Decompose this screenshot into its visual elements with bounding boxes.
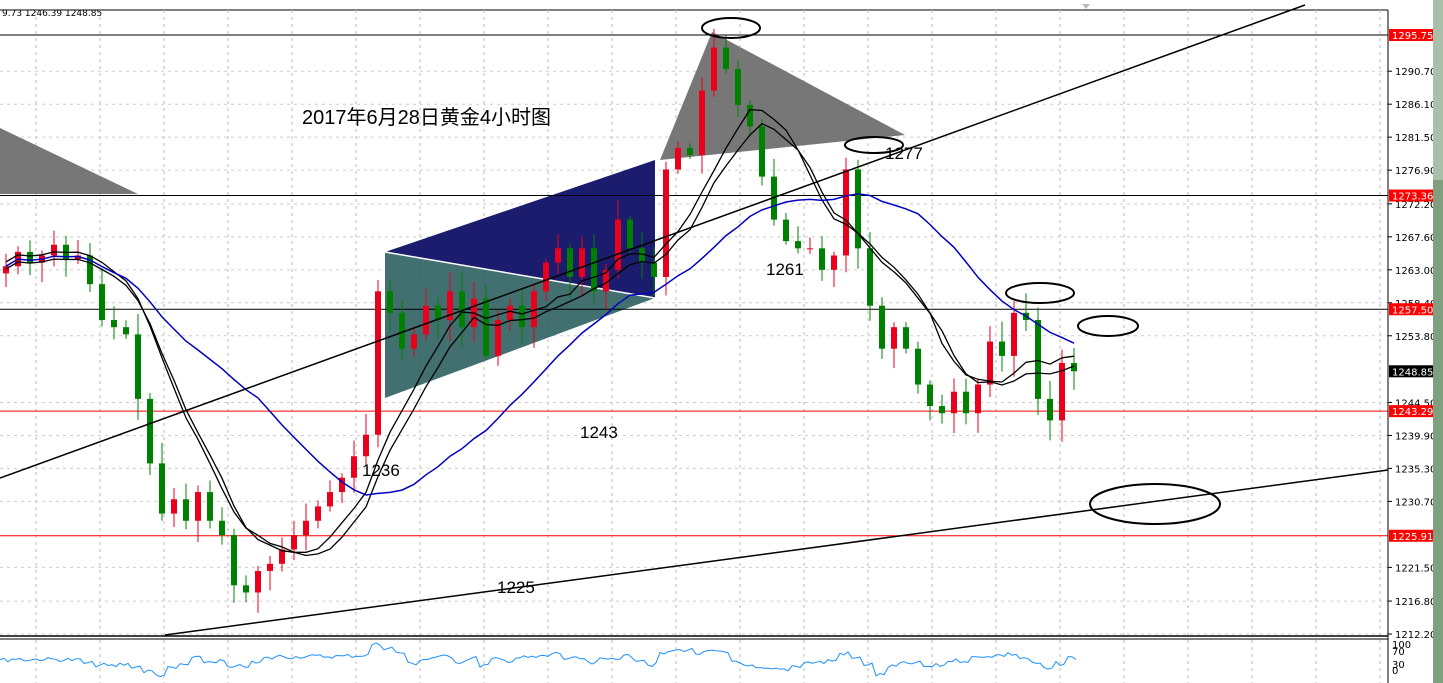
chart-window: 2017年6月28日黄金4小时图 1277 1261 1243 1236 122… bbox=[0, 0, 1443, 683]
price-tick-label: 1239.90 bbox=[1395, 431, 1436, 442]
price-tag-label: 1225.91 bbox=[1392, 532, 1433, 543]
price-tag-label: 1257.50 bbox=[1392, 305, 1433, 316]
price-tick-label: 1230.70 bbox=[1395, 497, 1436, 508]
price-tick-label: 1235.30 bbox=[1395, 464, 1436, 475]
price-tick-label: 1221.50 bbox=[1395, 563, 1436, 574]
price-tag-label: 1295.75 bbox=[1392, 31, 1433, 42]
annotation-1243: 1243 bbox=[580, 423, 618, 442]
price-tick-label: 1267.60 bbox=[1395, 233, 1436, 244]
price-tick-label: 1216.80 bbox=[1395, 597, 1436, 608]
osc-level-70: 70 bbox=[1392, 647, 1405, 658]
candle bbox=[375, 279, 381, 448]
osc-level-0: 0 bbox=[1392, 666, 1398, 677]
price-tag-label: 1273.36 bbox=[1392, 192, 1433, 203]
price-tick-label: 1281.50 bbox=[1395, 133, 1436, 144]
candle bbox=[147, 393, 153, 475]
price-tick-label: 1290.70 bbox=[1395, 67, 1436, 78]
price-tag-label: 1248.85 bbox=[1392, 367, 1433, 378]
candle bbox=[663, 161, 669, 296]
price-tick-label: 1276.90 bbox=[1395, 166, 1436, 177]
annotation-1225: 1225 bbox=[497, 578, 535, 597]
annotation-1236: 1236 bbox=[362, 461, 400, 480]
ohlc-readout: 9.73 1246.39 1248.85 bbox=[2, 9, 102, 19]
candle bbox=[759, 118, 765, 186]
price-tag-label: 1243.29 bbox=[1392, 407, 1433, 418]
price-tick-label: 1263.00 bbox=[1395, 266, 1436, 277]
candle bbox=[843, 157, 849, 273]
price-chart[interactable]: 2017年6月28日黄金4小时图 1277 1261 1243 1236 122… bbox=[0, 0, 1443, 683]
chart-title: 2017年6月28日黄金4小时图 bbox=[302, 106, 551, 129]
annotation-1277: 1277 bbox=[885, 144, 923, 163]
price-tick-label: 1253.80 bbox=[1395, 332, 1436, 343]
annotation-1261: 1261 bbox=[766, 260, 804, 279]
price-tick-label: 1286.10 bbox=[1395, 100, 1436, 111]
